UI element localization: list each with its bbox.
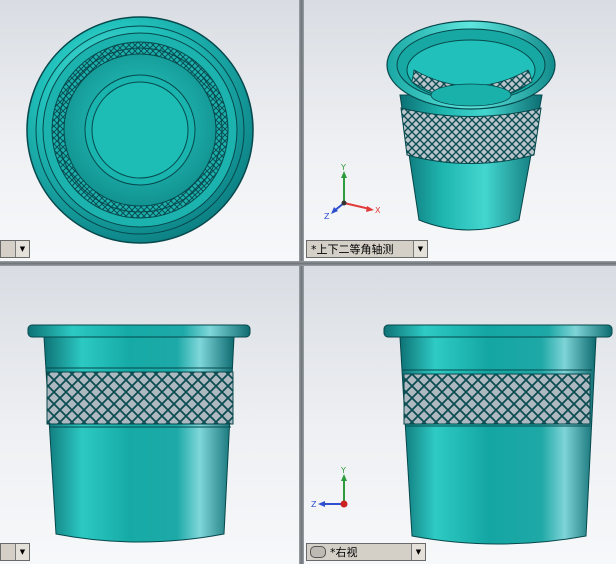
view-orientation-dropdown[interactable]: *右视 ▼ bbox=[306, 543, 426, 561]
triad-z-label: Z bbox=[311, 500, 317, 509]
chevron-down-icon[interactable]: ▼ bbox=[413, 241, 427, 257]
viewport-bottom-left[interactable]: ▼ bbox=[0, 266, 299, 564]
triad-z-label: Z bbox=[324, 212, 330, 221]
basket-front-view bbox=[27, 324, 251, 543]
viewport-top-right[interactable]: Y X Z *上下二等角轴测 ▼ bbox=[304, 0, 616, 261]
chevron-down-icon[interactable]: ▼ bbox=[411, 544, 425, 560]
basket-right-view bbox=[383, 324, 613, 545]
view-orientation-label: *右视 bbox=[330, 546, 358, 559]
view-orientation-dropdown[interactable]: *上下二等角轴测 ▼ bbox=[306, 240, 428, 258]
link-views-icon[interactable] bbox=[310, 546, 326, 558]
view-orientation-label: *上下二等角轴测 bbox=[311, 243, 394, 256]
view-orientation-dropdown[interactable]: ▼ bbox=[0, 240, 30, 258]
viewport-bottom-right[interactable]: Y Z *右视 ▼ bbox=[304, 266, 616, 564]
triad-x-label: X bbox=[375, 206, 381, 215]
triad-y-label: Y bbox=[340, 466, 346, 475]
triad-y-label: Y bbox=[340, 163, 346, 172]
viewport-top-left[interactable]: ▼ bbox=[0, 0, 299, 261]
view-orientation-dropdown[interactable]: ▼ bbox=[0, 543, 30, 561]
coordinate-triad-icon: Y Z bbox=[311, 466, 348, 509]
chevron-down-icon[interactable]: ▼ bbox=[15, 544, 29, 560]
viewport-vertical-splitter[interactable] bbox=[299, 0, 304, 564]
viewport-horizontal-splitter[interactable] bbox=[0, 261, 616, 266]
chevron-down-icon[interactable]: ▼ bbox=[15, 241, 29, 257]
basket-top-view bbox=[26, 16, 254, 244]
coordinate-triad-icon: Y X Z bbox=[324, 163, 381, 221]
